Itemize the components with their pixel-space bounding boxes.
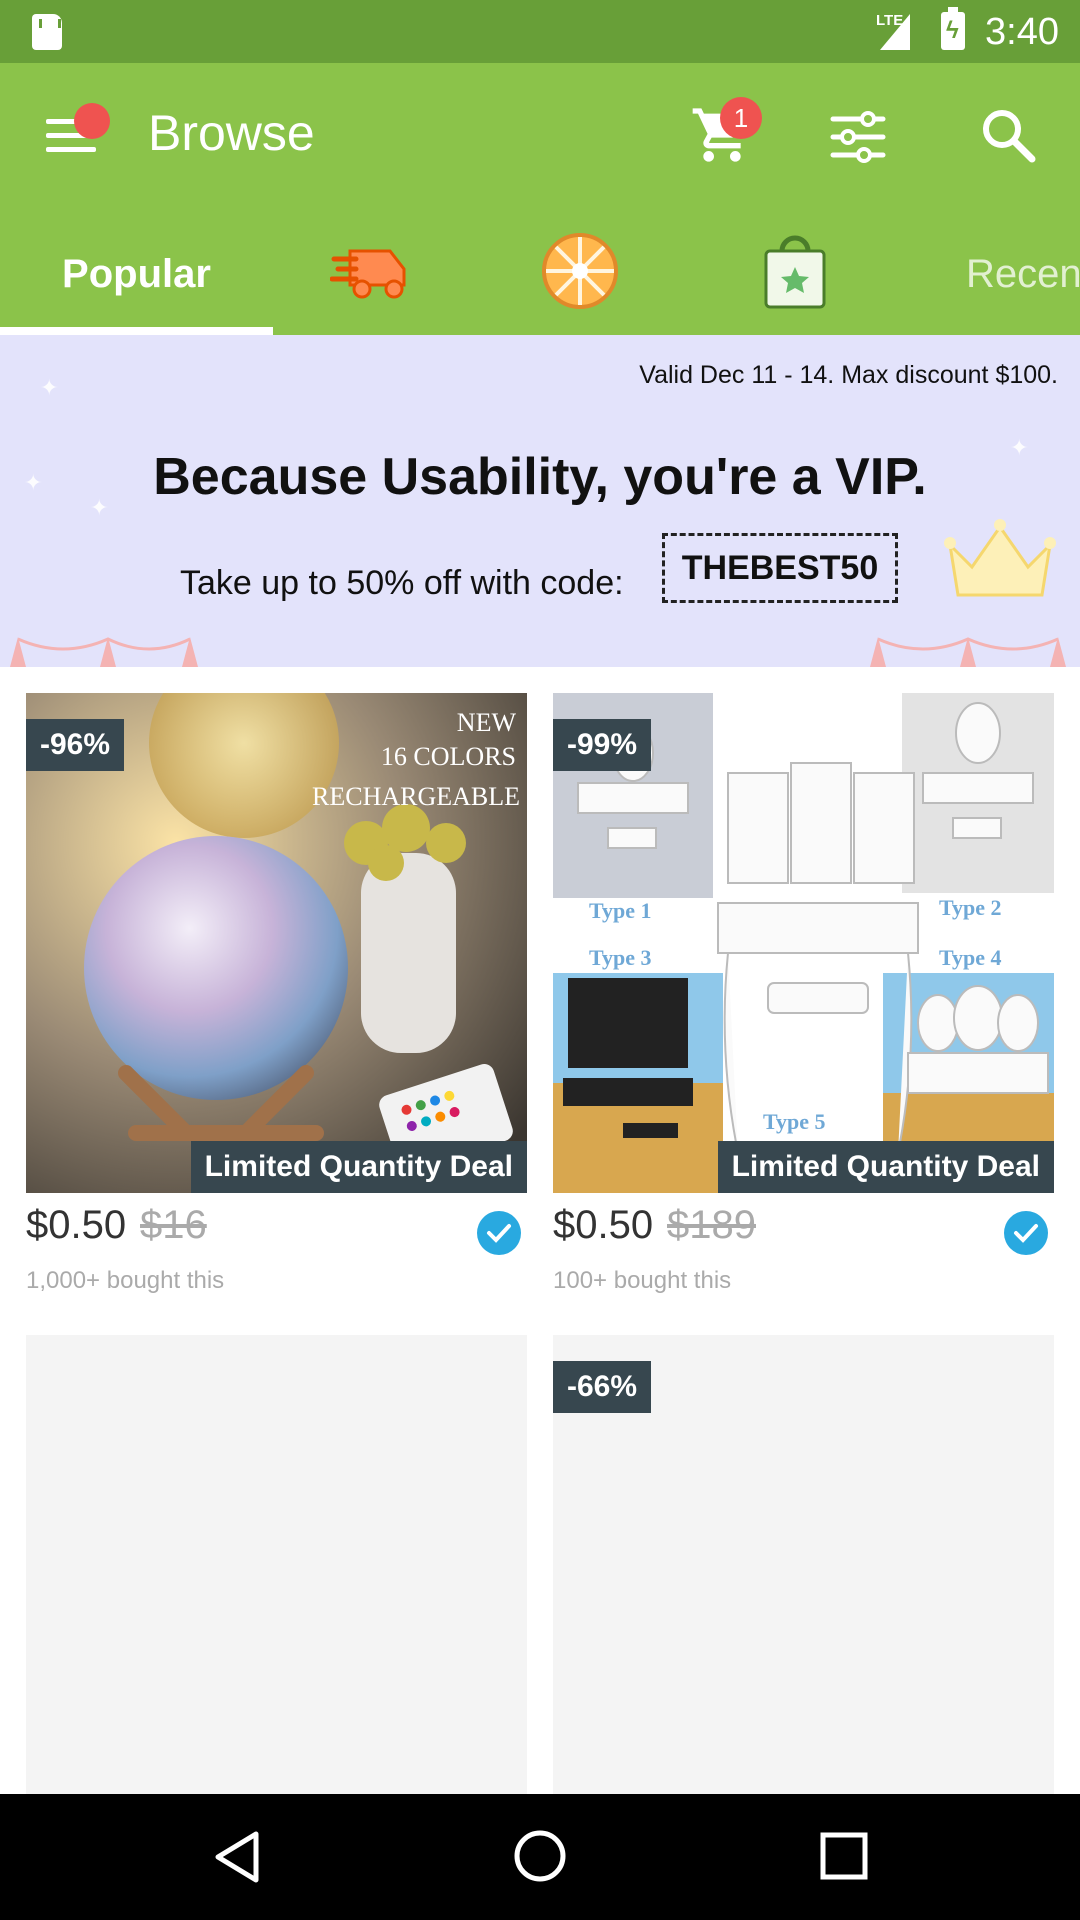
product-card[interactable]: NEW 16 COLORS RECHARGEABLE -96% Limited …	[26, 693, 527, 1323]
home-icon[interactable]	[514, 1830, 566, 1882]
image-caption: Type 3	[589, 945, 652, 970]
product-card[interactable]: -66%	[553, 1335, 1054, 1794]
tab-label: Recen	[966, 252, 1080, 296]
signal-icon	[880, 14, 910, 50]
tab-express[interactable]	[329, 209, 430, 335]
image-caption: Type 2	[939, 895, 1002, 920]
price: $0.50	[553, 1203, 654, 1247]
product-card[interactable]	[26, 1335, 527, 1794]
product-image-placeholder[interactable]: -66%	[553, 1335, 1054, 1794]
status-bar: LTE ϟ 3:40	[0, 0, 1080, 63]
discount-badge: -96%	[26, 719, 125, 771]
app-bar: Browse 1	[0, 63, 1080, 209]
product-image-vanity[interactable]: Type 1 Type 2 Type 3 Type 4 Type 5 -99% …	[553, 693, 1054, 1193]
rope-barrier-icon	[10, 637, 1066, 667]
bought-count: 100+ bought this	[553, 1267, 732, 1294]
verified-check-icon	[1004, 1211, 1048, 1255]
sparkle-icon: ✦	[40, 375, 59, 400]
filter-button[interactable]	[828, 107, 888, 167]
clock: 3:40	[985, 11, 1059, 53]
product-card[interactable]: Type 1 Type 2 Type 3 Type 4 Type 5 -99% …	[553, 693, 1054, 1323]
system-nav-bar	[0, 1794, 1080, 1920]
price: $0.50	[26, 1203, 127, 1247]
image-caption: Type 1	[589, 898, 652, 923]
back-icon[interactable]	[212, 1830, 262, 1884]
recents-icon[interactable]	[820, 1832, 868, 1880]
search-button[interactable]	[978, 105, 1038, 165]
verified-check-icon	[477, 1211, 521, 1255]
discount-badge: -66%	[553, 1361, 652, 1413]
banner-headline: Because Usability, you're a VIP.	[153, 448, 927, 506]
crown-icon	[944, 519, 1056, 597]
search-icon	[983, 110, 1036, 163]
sd-card-icon	[32, 14, 62, 50]
express-truck-icon	[329, 249, 406, 299]
image-caption: 16 COLORS	[381, 742, 516, 771]
limited-deal-tag: Limited Quantity Deal	[717, 1141, 1054, 1193]
tab-wheel[interactable]	[540, 209, 640, 335]
price-row: $0.50 $16	[26, 1193, 527, 1259]
banner-validity: Valid Dec 11 - 14. Max discount $100.	[639, 361, 1058, 389]
image-caption: Type 5	[763, 1109, 826, 1134]
promo-code[interactable]: THEBEST50	[662, 533, 898, 603]
page-title: Browse	[148, 105, 315, 161]
product-image-placeholder[interactable]	[26, 1335, 527, 1794]
tab-recent[interactable]: Recen	[966, 209, 1080, 335]
tab-wish[interactable]	[760, 209, 860, 335]
notification-dot	[74, 103, 110, 139]
image-caption: NEW	[457, 708, 517, 737]
tab-selected-indicator	[0, 327, 273, 335]
discount-badge: -99%	[553, 719, 652, 771]
sliders-icon	[830, 111, 886, 163]
limited-deal-tag: Limited Quantity Deal	[190, 1141, 527, 1193]
cart-count-badge: 1	[720, 97, 762, 139]
tab-popular[interactable]: Popular	[0, 209, 273, 335]
banner-offer-text: Take up to 50% off with code:	[180, 564, 624, 602]
tab-label: Popular	[62, 252, 211, 296]
bought-count: 1,000+ bought this	[26, 1267, 225, 1294]
image-caption: Type 4	[939, 945, 1002, 970]
image-caption: RECHARGEABLE	[312, 782, 520, 811]
promo-banner[interactable]: ✦ ✦ ✦ ✦ Valid Dec 11 - 14. Max discount …	[0, 335, 1080, 667]
shopping-bag-star-icon	[764, 235, 826, 309]
wheel-icon	[542, 233, 618, 309]
product-image-moon-lamp[interactable]: NEW 16 COLORS RECHARGEABLE -96% Limited …	[26, 693, 527, 1193]
category-tabs: Popular Recen	[0, 209, 1080, 335]
battery-charging-icon: ϟ	[941, 7, 965, 50]
original-price: $189	[667, 1203, 756, 1247]
price-row: $0.50 $189	[553, 1193, 1054, 1259]
original-price: $16	[140, 1203, 207, 1247]
menu-icon-line	[46, 147, 96, 152]
